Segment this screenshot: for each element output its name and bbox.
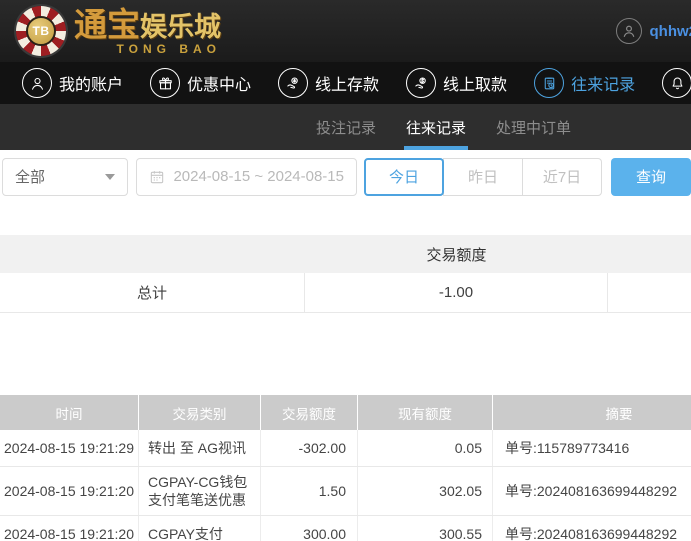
summary-header-row: 交易额度 [0, 235, 691, 273]
account-user-icon [22, 68, 52, 98]
filter-bar: 全部 2024-08-15 ~ 2024-08-15 今日 昨日 近7日 查询 [0, 150, 691, 203]
transaction-records-page: TB 通宝娱乐城 TONG BAO qhhw2 我的账户 [0, 0, 691, 541]
brand-title-main: 通宝 [74, 6, 140, 43]
casino-chip-icon: TB [16, 6, 66, 56]
cell-type: 转出 至 AG视讯 [139, 430, 261, 466]
query-button[interactable]: 查询 [611, 158, 691, 196]
col-header-type: 交易类别 [139, 395, 261, 430]
table-row: 2024-08-15 19:21:29 转出 至 AG视讯 -302.00 0.… [0, 430, 691, 467]
calendar-icon [149, 169, 165, 185]
summary-header-spacer [0, 235, 305, 273]
summary-total-value: -1.00 [305, 273, 608, 312]
cell-amount: -302.00 [261, 430, 358, 466]
records-clipboard-icon [534, 68, 564, 98]
nav-label: 线上存款 [315, 71, 379, 95]
nav-label: 优惠中心 [187, 71, 251, 95]
col-header-time: 时间 [0, 395, 139, 430]
nav-item-promotions[interactable]: 优惠中心 [150, 68, 251, 98]
summary-total-row: 总计 -1.00 [0, 273, 691, 313]
today-button[interactable]: 今日 [364, 158, 444, 196]
summary-total-label: 总计 [0, 273, 305, 312]
withdraw-coin-hand-icon [406, 68, 436, 98]
col-header-amount: 交易额度 [261, 395, 358, 430]
nav-item-deposit[interactable]: 线上存款 [278, 68, 379, 98]
col-header-memo: 摘要 [493, 395, 691, 430]
yesterday-button[interactable]: 昨日 [443, 158, 523, 196]
cell-balance: 300.55 [358, 516, 493, 541]
gift-icon [150, 68, 180, 98]
summary-header-amount: 交易额度 [305, 235, 608, 273]
category-select[interactable]: 全部 [2, 158, 128, 196]
brand-title-sub: 娱乐城 [140, 12, 221, 42]
chip-monogram: TB [26, 16, 56, 46]
username[interactable]: qhhw2 [650, 23, 691, 40]
brand-text: 通宝娱乐城 TONG BAO [74, 8, 221, 55]
date-range-input[interactable]: 2024-08-15 ~ 2024-08-15 [136, 158, 357, 196]
date-range-value: 2024-08-15 ~ 2024-08-15 [173, 168, 344, 185]
records-subnav: 投注记录 往来记录 处理中订单 [0, 104, 691, 150]
cell-type: CGPAY支付 [139, 516, 261, 541]
tab-processing-orders[interactable]: 处理中订单 [496, 104, 571, 150]
bell-icon [662, 68, 691, 98]
summary-table: 交易额度 总计 -1.00 [0, 235, 691, 313]
tab-transaction-records[interactable]: 往来记录 [406, 104, 466, 150]
nav-label: 线上取款 [443, 71, 507, 95]
main-nav: 我的账户 优惠中心 线上存款 线上取款 往来记录 [0, 62, 691, 104]
category-select-value: 全部 [15, 166, 45, 187]
cell-amount: 1.50 [261, 467, 358, 515]
brand-subtitle: TONG BAO [74, 43, 221, 55]
table-row: 2024-08-15 19:21:20 CGPAY-CG钱包支付笔笔送优惠 1.… [0, 467, 691, 516]
nav-item-transaction-records[interactable]: 往来记录 [534, 68, 635, 98]
cell-time: 2024-08-15 19:21:29 [0, 430, 139, 466]
cell-amount: 300.00 [261, 516, 358, 541]
cell-time: 2024-08-15 19:21:20 [0, 516, 139, 541]
user-area[interactable]: qhhw2 [616, 18, 691, 44]
nav-item-messages[interactable]: 信 [662, 68, 691, 98]
cell-time: 2024-08-15 19:21:20 [0, 467, 139, 515]
deposit-coin-hand-icon [278, 68, 308, 98]
cell-memo: 单号:202408163699448292 [493, 467, 691, 515]
table-row: 2024-08-15 19:21:20 CGPAY支付 300.00 300.5… [0, 516, 691, 541]
quick-date-button-group: 今日 昨日 近7日 [364, 158, 602, 196]
tab-betting-records[interactable]: 投注记录 [316, 104, 376, 150]
col-header-balance: 现有额度 [358, 395, 493, 430]
records-table: 时间 交易类别 交易额度 现有额度 摘要 2024-08-15 19:21:29… [0, 395, 691, 541]
brand-logo[interactable]: TB 通宝娱乐城 TONG BAO [16, 6, 221, 56]
cell-balance: 0.05 [358, 430, 493, 466]
records-table-header: 时间 交易类别 交易额度 现有额度 摘要 [0, 395, 691, 430]
cell-memo: 单号:202408163699448292 [493, 516, 691, 541]
user-avatar-icon [616, 18, 642, 44]
nav-item-withdraw[interactable]: 线上取款 [406, 68, 507, 98]
topbar: TB 通宝娱乐城 TONG BAO qhhw2 [0, 0, 691, 62]
nav-label: 往来记录 [571, 71, 635, 95]
brand-title: 通宝娱乐城 [74, 8, 221, 41]
cell-memo: 单号:115789773416 [493, 430, 691, 466]
chevron-down-icon [105, 174, 115, 180]
summary-header-spacer [608, 235, 691, 273]
summary-empty-cell [608, 273, 691, 312]
last-7-days-button[interactable]: 近7日 [522, 158, 602, 196]
cell-balance: 302.05 [358, 467, 493, 515]
nav-item-my-account[interactable]: 我的账户 [22, 68, 123, 98]
cell-type: CGPAY-CG钱包支付笔笔送优惠 [139, 467, 261, 515]
nav-label: 我的账户 [59, 71, 123, 95]
